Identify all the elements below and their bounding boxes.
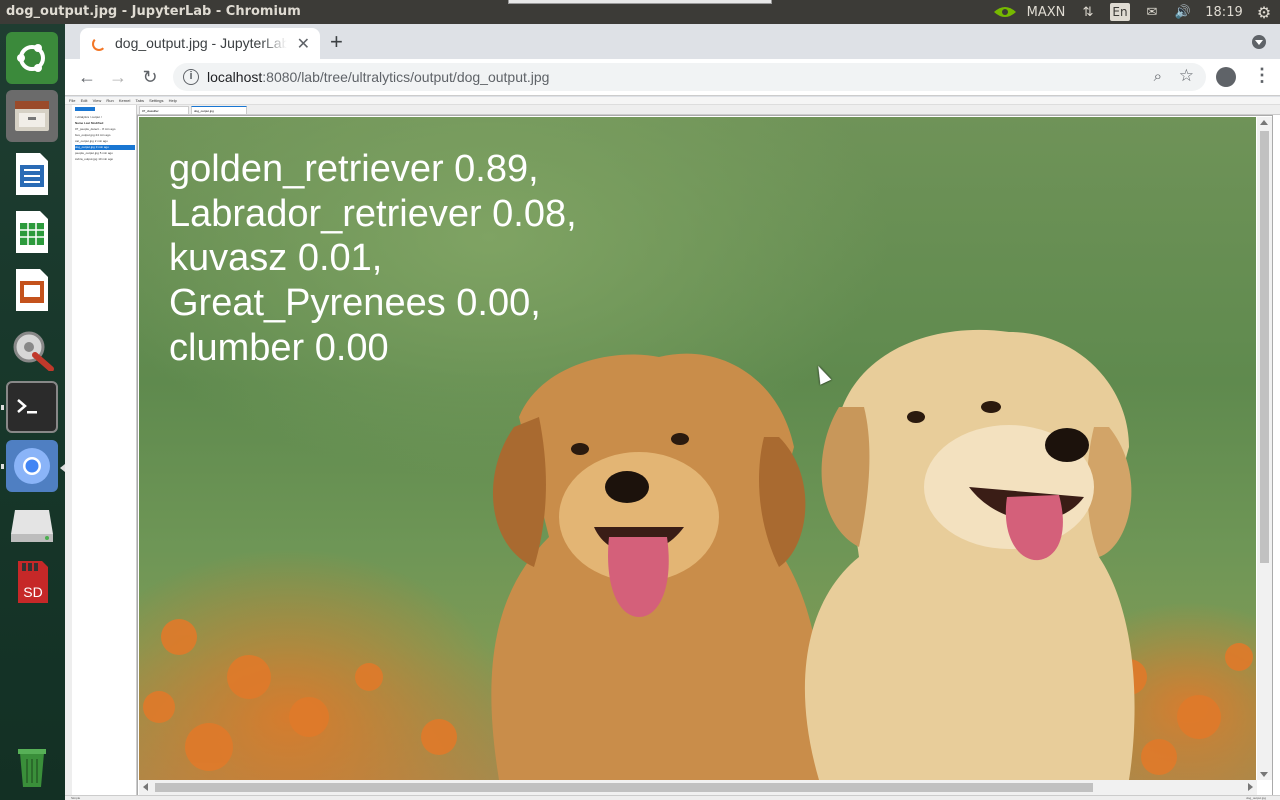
scroll-left-icon[interactable] bbox=[143, 783, 148, 791]
scroll-right-icon[interactable] bbox=[1248, 783, 1253, 791]
menu-file[interactable]: File bbox=[69, 98, 75, 103]
new-tab-button[interactable]: + bbox=[330, 29, 343, 55]
scroll-down-icon[interactable] bbox=[1260, 772, 1268, 777]
back-button[interactable]: ← bbox=[75, 66, 99, 88]
jupyterlab-page: File Edit View Run Kernel Tabs Settings … bbox=[65, 97, 1280, 800]
prediction-line: golden_retriever 0.89, bbox=[169, 148, 539, 190]
libreoffice-calc-icon[interactable] bbox=[6, 206, 58, 258]
doc-tab-notebook[interactable]: 07_classifier bbox=[139, 106, 189, 115]
jupyter-menubar: File Edit View Run Kernel Tabs Settings … bbox=[65, 97, 1280, 105]
menu-run[interactable]: Run bbox=[106, 98, 113, 103]
horizontal-scroll-thumb[interactable] bbox=[155, 783, 1093, 792]
url-text[interactable]: localhost:8080/lab/tree/ultralytics/outp… bbox=[207, 69, 549, 85]
breadcrumb[interactable]: / ultralytics / output / bbox=[75, 115, 135, 120]
prediction-line: Great_Pyrenees 0.00, bbox=[169, 282, 541, 325]
menu-tabs[interactable]: Tabs bbox=[136, 98, 144, 103]
left-activity-bar bbox=[65, 105, 72, 795]
address-bar[interactable]: i localhost:8080/lab/tree/ultralytics/ou… bbox=[173, 63, 1206, 91]
browser-window: dog_output.jpg - JupyterLab ✕ + ← → ↻ i … bbox=[65, 24, 1280, 800]
disk-drive-icon[interactable] bbox=[6, 498, 58, 550]
profile-avatar-icon[interactable] bbox=[1216, 67, 1236, 87]
forward-button[interactable]: → bbox=[106, 66, 130, 88]
close-tab-icon[interactable]: ✕ bbox=[297, 34, 310, 54]
keyboard-layout-indicator[interactable]: En bbox=[1110, 3, 1130, 21]
tab-title: dog_output.jpg - JupyterLab bbox=[115, 35, 287, 51]
tab-strip: dog_output.jpg - JupyterLab ✕ + bbox=[65, 24, 1280, 59]
prediction-line: clumber 0.00 bbox=[169, 326, 389, 369]
chromium-icon[interactable] bbox=[6, 440, 58, 492]
menu-settings[interactable]: Settings bbox=[149, 98, 163, 103]
doc-tab-dog-output[interactable]: dog_output.jpg bbox=[191, 106, 247, 115]
menu-edit[interactable]: Edit bbox=[81, 98, 88, 103]
zoom-icon[interactable]: ⌕ bbox=[1154, 68, 1162, 85]
settings-gear-icon[interactable]: ⚙ bbox=[1254, 3, 1274, 22]
menu-help[interactable]: Help bbox=[169, 98, 177, 103]
libreoffice-writer-icon[interactable] bbox=[6, 148, 58, 200]
tab-dog-output[interactable]: dog_output.jpg - JupyterLab ✕ bbox=[80, 28, 320, 59]
file-browser-panel: / ultralytics / output / Name Last Modif… bbox=[65, 105, 137, 795]
prediction-overlay: golden_retriever 0.89, Labrador_retriever… bbox=[169, 147, 577, 371]
files-icon[interactable] bbox=[6, 90, 58, 142]
tab-search-icon[interactable] bbox=[1252, 35, 1266, 49]
launcher: SD bbox=[0, 24, 65, 800]
svg-text:SD: SD bbox=[23, 584, 42, 600]
site-info-icon[interactable]: i bbox=[183, 69, 199, 85]
network-icon[interactable]: ⇅ bbox=[1078, 3, 1098, 21]
file-row[interactable]: people_output.jpg 5 min ago bbox=[75, 151, 135, 156]
file-row[interactable]: cat_output.jpg 2 min ago bbox=[75, 139, 135, 144]
vertical-scroll-thumb[interactable] bbox=[1260, 131, 1269, 563]
browser-menu-icon[interactable]: ⋮ bbox=[1253, 65, 1271, 86]
vertical-scrollbar[interactable] bbox=[1257, 117, 1272, 780]
prediction-line: Labrador_retriever 0.08, bbox=[169, 192, 577, 235]
libreoffice-impress-icon[interactable] bbox=[6, 264, 58, 316]
reload-button[interactable]: ↻ bbox=[138, 66, 162, 88]
volume-icon[interactable]: 🔊 bbox=[1172, 3, 1194, 21]
terminal-icon[interactable] bbox=[6, 381, 58, 433]
ubuntu-dash-icon[interactable] bbox=[6, 32, 58, 84]
sd-card-icon[interactable]: SD bbox=[6, 556, 58, 608]
scroll-up-icon[interactable] bbox=[1260, 120, 1268, 125]
status-file: dog_output.jpg bbox=[1246, 796, 1266, 800]
file-row[interactable]: bus_output.jpg 24 min ago bbox=[75, 133, 135, 138]
power-mode-label[interactable]: MAXN bbox=[1024, 3, 1068, 21]
window-title: dog_output.jpg - JupyterLab - Chromium bbox=[6, 4, 301, 19]
top-panel: dog_output.jpg - JupyterLab - Chromium M… bbox=[0, 0, 1280, 24]
trash-icon[interactable] bbox=[6, 740, 58, 792]
file-row[interactable]: 07_people_detect... 8 min ago bbox=[75, 127, 135, 132]
nvidia-icon[interactable] bbox=[990, 3, 1020, 21]
system-settings-icon[interactable] bbox=[6, 322, 58, 374]
status-mode[interactable]: Simple bbox=[71, 796, 80, 800]
horizontal-scrollbar[interactable] bbox=[139, 780, 1257, 795]
loading-spinner-icon bbox=[92, 37, 106, 51]
prediction-line: kuvasz 0.01, bbox=[169, 237, 383, 280]
screen-notch bbox=[508, 0, 772, 4]
mail-icon[interactable]: ✉ bbox=[1142, 3, 1162, 21]
menu-view[interactable]: View bbox=[93, 98, 102, 103]
clock[interactable]: 18:19 bbox=[1204, 3, 1244, 21]
image-viewer: golden_retriever 0.89, Labrador_retriever… bbox=[137, 115, 1273, 800]
menu-kernel[interactable]: Kernel bbox=[119, 98, 131, 103]
status-bar: Simple dog_output.jpg bbox=[65, 795, 1280, 800]
browser-toolbar: ← → ↻ i localhost:8080/lab/tree/ultralyt… bbox=[65, 59, 1280, 96]
file-row-selected[interactable]: dog_output.jpg 3 min ago bbox=[75, 145, 135, 150]
file-list-header: Name Last Modified bbox=[75, 121, 104, 125]
file-row[interactable]: zebra_output.jpg 10 min ago bbox=[75, 157, 135, 162]
dog-output-image: golden_retriever 0.89, Labrador_retriever… bbox=[139, 117, 1256, 780]
bookmark-star-icon[interactable]: ☆ bbox=[1179, 66, 1194, 86]
new-launcher-button[interactable] bbox=[75, 107, 95, 111]
document-tab-bar: 07_classifier dog_output.jpg bbox=[137, 105, 1280, 115]
